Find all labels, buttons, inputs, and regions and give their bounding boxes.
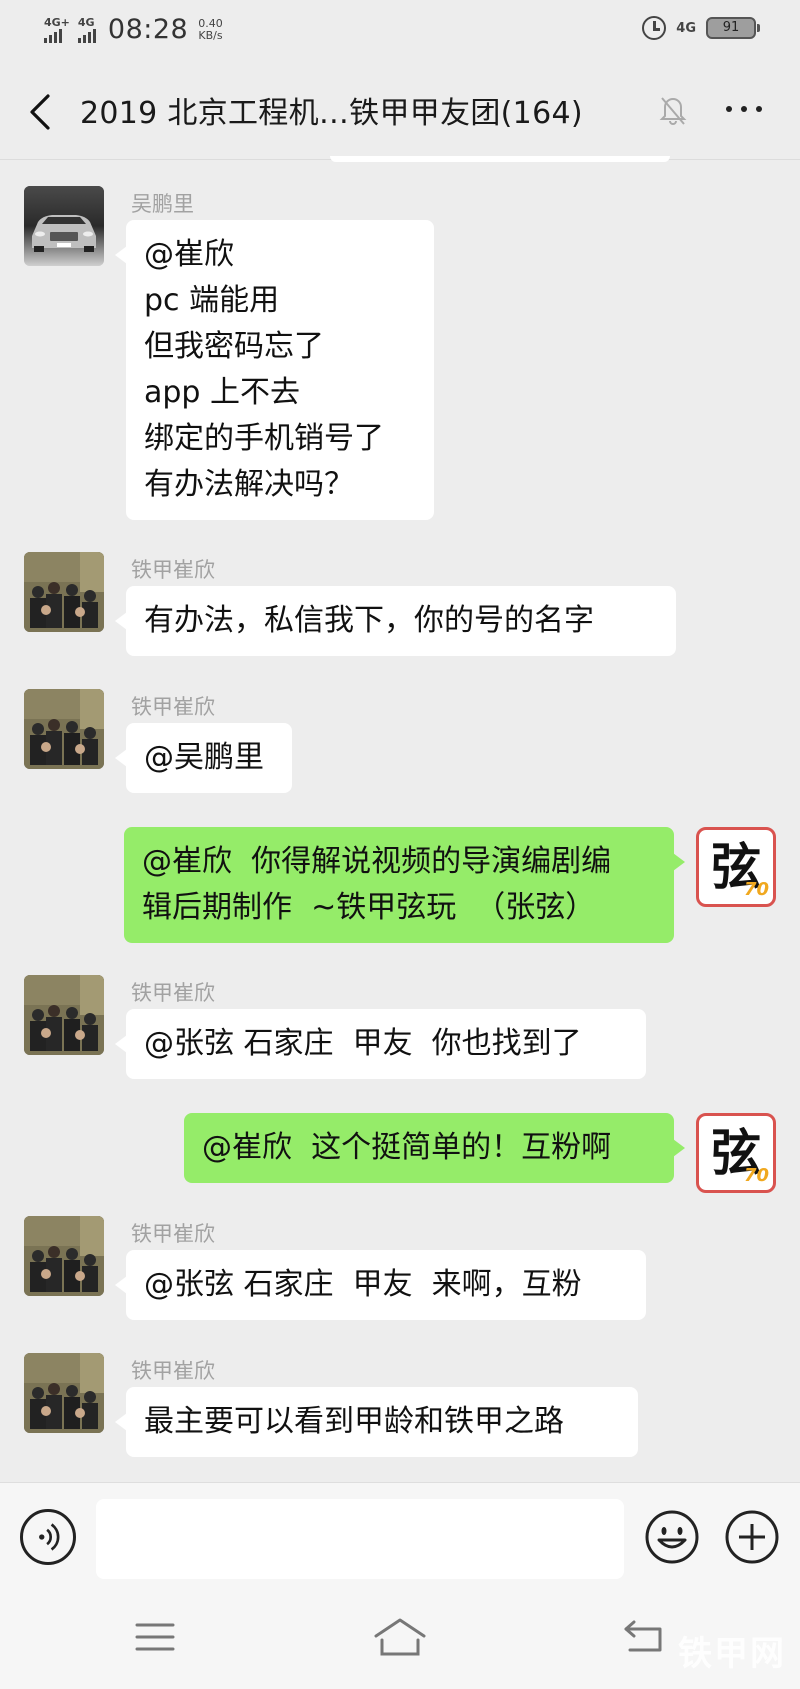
sender-name: 铁甲崔欣 <box>131 1359 215 1383</box>
emoji-icon[interactable] <box>644 1509 700 1565</box>
sender-name: 铁甲崔欣 <box>131 695 215 719</box>
chat-input-bar <box>0 1482 800 1586</box>
battery-icon: 91 <box>706 17 760 39</box>
message-bubble[interactable]: @吴鹏里 <box>115 723 292 793</box>
group-photo <box>24 1216 104 1296</box>
mobile-data-icon: 4G <box>676 20 696 36</box>
chat-header: 2019 北京工程机…铁甲甲友团(164) <box>0 62 800 160</box>
message-bubble-self[interactable]: @崔欣 你得解说视频的导演编剧编 辑后期制作 ~铁甲弦玩 （张弦） <box>124 827 685 943</box>
chat-title: 2019 北京工程机…铁甲甲友团(164) <box>80 96 583 131</box>
car-photo <box>24 186 104 266</box>
message-bubble[interactable]: @张弦 石家庄 甲友 来啊，互粉 <box>115 1250 646 1320</box>
group-photo <box>24 1353 104 1433</box>
message-input[interactable] <box>96 1499 624 1579</box>
group-photo-avatar[interactable] <box>24 552 104 632</box>
sender-name: 铁甲崔欣 <box>131 981 215 1005</box>
group-photo-avatar[interactable] <box>24 689 104 769</box>
signal-strength-icon: 4G+ <box>44 17 70 43</box>
sender-name: 铁甲崔欣 <box>131 558 215 582</box>
signal-strength-icon: 4G <box>77 15 96 43</box>
xian-avatar[interactable]: 弦 70 <box>696 827 776 907</box>
message-bubble[interactable]: 有办法，私信我下，你的号的名字 <box>115 586 676 656</box>
avatar-badge: 70 <box>743 1165 769 1186</box>
system-nav-bar: 铁甲网 <box>0 1586 800 1689</box>
alarm-clock-icon <box>642 16 667 40</box>
group-photo-avatar[interactable] <box>24 975 104 1055</box>
group-photo <box>24 975 104 1055</box>
group-photo <box>24 689 104 769</box>
message-bubble[interactable]: @崔欣 pc 端能用 但我密码忘了 app 上不去 绑定的手机销号了 有办法解决… <box>115 220 434 520</box>
voice-input-icon[interactable] <box>20 1509 76 1565</box>
message-bubble[interactable]: 最主要可以看到甲龄和铁甲之路 <box>115 1387 638 1457</box>
car-avatar[interactable] <box>24 186 104 266</box>
system-back-icon[interactable] <box>622 1616 664 1656</box>
sender-name: 吴鹏里 <box>131 192 194 216</box>
network-type-label: 4G+ <box>44 15 70 29</box>
home-icon[interactable] <box>372 1616 428 1660</box>
xian-avatar[interactable]: 弦 70 <box>696 1113 776 1193</box>
clock: 08:28 <box>107 14 189 45</box>
status-bar: 4G+ 4G 08:28 0.40 KB/s 4G 91 <box>0 0 800 62</box>
network-speed: 0.40 KB/s <box>198 16 223 42</box>
network-type-label: 4G <box>77 15 95 29</box>
back-arrow-icon[interactable] <box>26 92 56 132</box>
mute-bell-icon <box>659 97 687 125</box>
more-functions-plus-icon[interactable] <box>724 1509 780 1565</box>
group-photo-avatar[interactable] <box>24 1216 104 1296</box>
more-options-icon[interactable] <box>724 106 764 116</box>
group-photo <box>24 552 104 632</box>
sender-name: 铁甲崔欣 <box>131 1222 215 1246</box>
recent-apps-icon[interactable] <box>134 1619 176 1655</box>
group-photo-avatar[interactable] <box>24 1353 104 1433</box>
message-list[interactable]: 吴鹏里 @崔欣 pc 端能用 但我密码忘了 app 上不去 绑定的手机销号了 有… <box>0 160 800 1482</box>
watermark: 铁甲网 <box>678 1634 786 1674</box>
message-bubble-self[interactable]: @崔欣 这个挺简单的！互粉啊 <box>184 1113 685 1183</box>
avatar-badge: 70 <box>743 879 769 900</box>
message-bubble[interactable]: @张弦 石家庄 甲友 你也找到了 <box>115 1009 646 1079</box>
